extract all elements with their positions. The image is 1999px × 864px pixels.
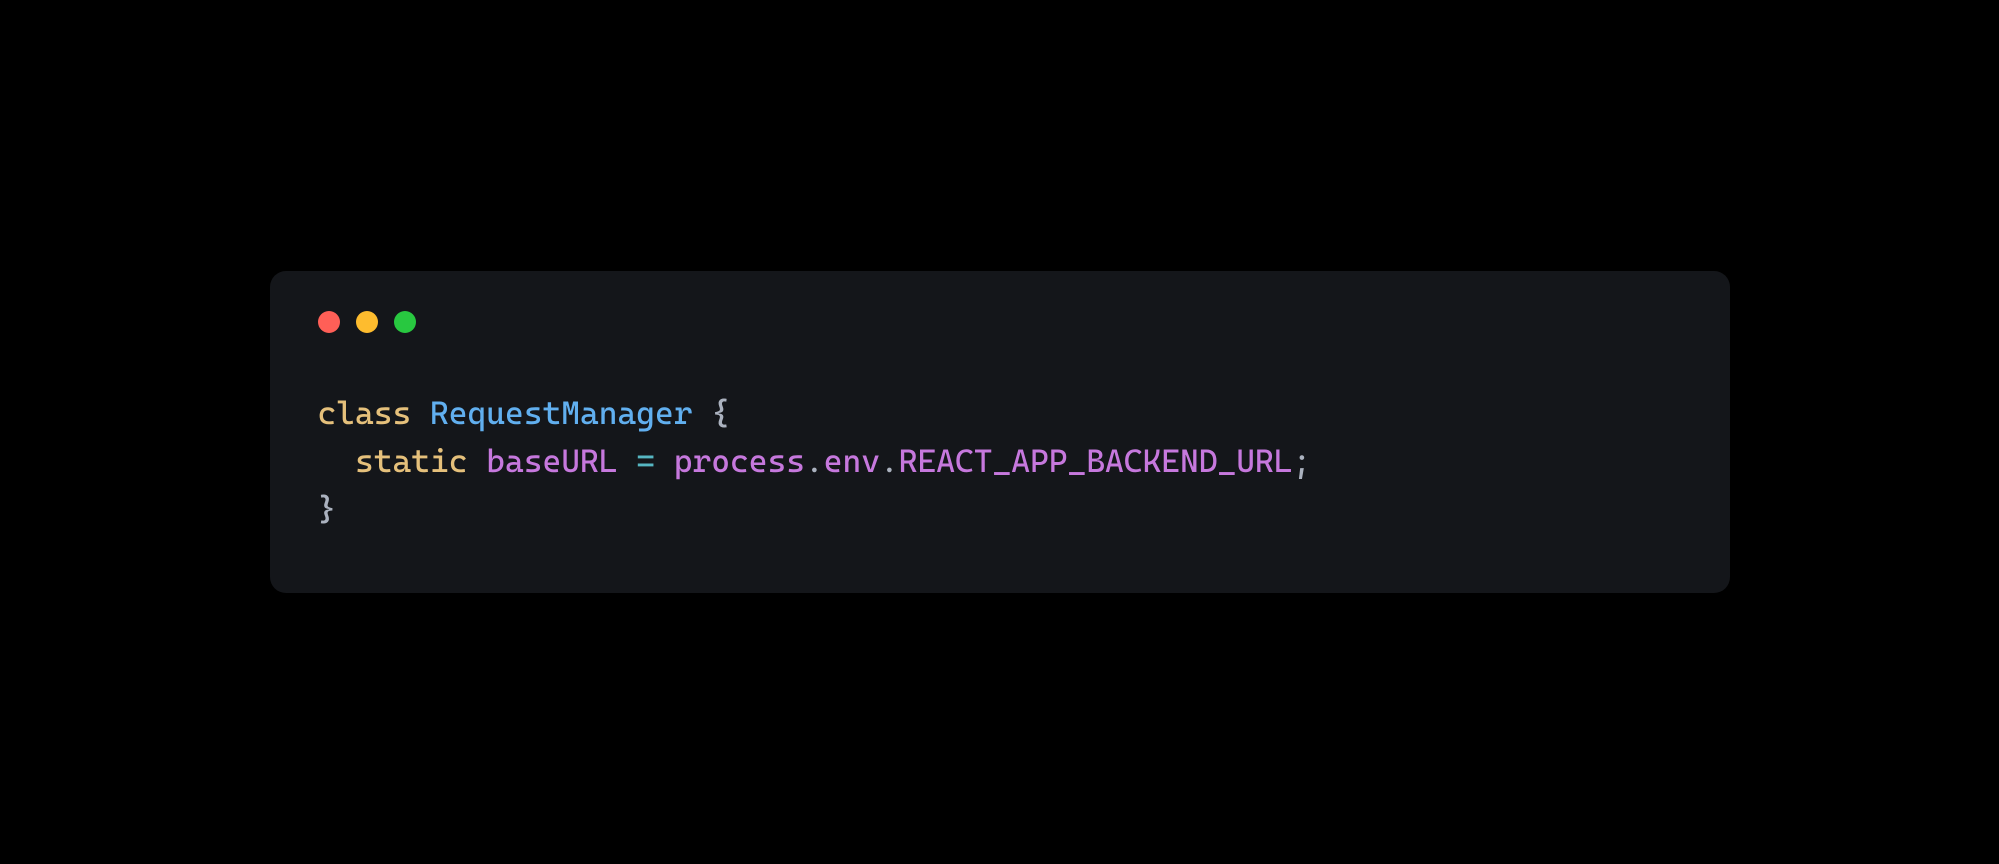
object-envvar: REACT_APP_BACKEND_URL: [899, 442, 1293, 480]
object-env: env: [824, 442, 880, 480]
keyword-static: static: [355, 442, 468, 480]
dot-operator: .: [805, 442, 824, 480]
code-window: class RequestManager { static baseURL = …: [270, 271, 1730, 593]
property-name: baseURL: [486, 442, 617, 480]
close-brace: }: [318, 490, 337, 528]
object-process: process: [674, 442, 805, 480]
minimize-icon[interactable]: [356, 311, 378, 333]
code-block: class RequestManager { static baseURL = …: [318, 389, 1682, 533]
class-name: RequestManager: [430, 394, 693, 432]
dot-operator: .: [880, 442, 899, 480]
open-brace: {: [711, 394, 730, 432]
maximize-icon[interactable]: [394, 311, 416, 333]
equals-operator: =: [636, 442, 655, 480]
close-icon[interactable]: [318, 311, 340, 333]
keyword-class: class: [318, 394, 412, 432]
semicolon: ;: [1293, 442, 1312, 480]
window-controls: [318, 311, 1682, 333]
